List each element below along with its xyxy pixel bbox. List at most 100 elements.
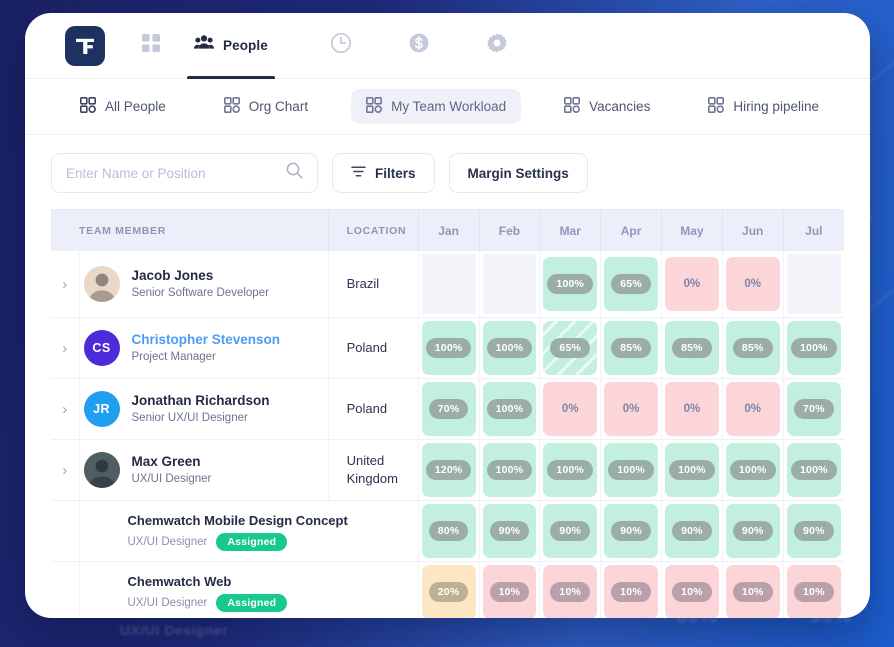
workload-cell[interactable]: 10%: [539, 561, 602, 618]
filter-icon: [351, 165, 366, 181]
header-month-jan: Jan: [418, 210, 480, 251]
location-cell: Brazil: [328, 251, 419, 318]
workload-value-pill: 65%: [550, 338, 591, 358]
workload-cell[interactable]: 100%: [722, 439, 784, 501]
workload-value-pill: 10%: [489, 582, 530, 602]
workload-cell[interactable]: 10%: [479, 561, 541, 618]
table-row-member[interactable]: › CS Christopher Stevenson Project Manager P…: [51, 317, 844, 379]
member-name[interactable]: Jonathan Richardson: [132, 392, 270, 410]
header-month-mar: Mar: [539, 210, 602, 251]
workload-cell[interactable]: 90%: [783, 500, 844, 562]
people-icon: [194, 34, 214, 57]
row-expand-toggle[interactable]: ›: [51, 317, 80, 379]
workload-cell[interactable]: 120%: [418, 439, 480, 501]
workload-cell-box: 0%: [604, 382, 658, 436]
workload-cell[interactable]: 100%: [479, 317, 541, 379]
table-row-member[interactable]: › Jacob Jones Senior Software Developer Bra…: [51, 251, 844, 318]
app-logo[interactable]: [65, 25, 105, 66]
workload-value-pill: 100%: [790, 338, 837, 358]
location-value: Brazil: [346, 276, 380, 292]
workload-cell[interactable]: 85%: [600, 317, 662, 379]
workload-cell[interactable]: [783, 251, 844, 318]
table-row-project[interactable]: Chemwatch Web UX/UI Designer Assigned 20% 10…: [51, 561, 844, 618]
background-ghost-text: UX/UI Designer: [120, 622, 229, 638]
workload-cell[interactable]: 65%: [600, 251, 662, 318]
nav-item-time[interactable]: [313, 13, 369, 79]
workload-cell[interactable]: 100%: [479, 439, 541, 501]
member-name[interactable]: Max Green: [132, 453, 212, 471]
workload-cell[interactable]: 10%: [783, 561, 844, 618]
search-input[interactable]: [66, 165, 286, 181]
project-role: UX/UI Designer: [127, 597, 208, 610]
nav-item-settings[interactable]: [469, 13, 525, 79]
workload-cell-box: 0%: [725, 257, 780, 311]
tab-org-chart[interactable]: Org Chart: [209, 89, 323, 124]
workload-cell[interactable]: 85%: [661, 317, 723, 379]
tab-all-people[interactable]: All People: [65, 89, 181, 124]
workload-cell[interactable]: 80%: [418, 500, 480, 562]
workload-cell-box: 100%: [725, 443, 780, 497]
workload-cell-box: 90%: [725, 504, 780, 558]
workload-cell[interactable]: 10%: [722, 561, 784, 618]
workload-cell[interactable]: 100%: [783, 317, 844, 379]
member-cell: Max Green UX/UI Designer: [79, 439, 329, 501]
workload-cell[interactable]: 70%: [418, 378, 480, 440]
workload-cell[interactable]: 90%: [479, 500, 541, 562]
table-row-project[interactable]: Chemwatch Mobile Design Concept UX/UI Des…: [51, 500, 844, 562]
table-row-member[interactable]: › Max Green UX/UI Designer United Kingdom 12…: [51, 439, 844, 501]
workload-cell[interactable]: 0%: [600, 378, 662, 440]
workload-cell[interactable]: 85%: [722, 317, 784, 379]
workload-cell[interactable]: 100%: [418, 317, 480, 379]
workload-cell[interactable]: 70%: [783, 378, 844, 440]
workload-cell[interactable]: 100%: [479, 378, 541, 440]
row-expand-toggle[interactable]: ›: [51, 251, 80, 318]
member-name[interactable]: Jacob Jones: [132, 267, 269, 285]
workload-cell-box: 85%: [725, 321, 780, 375]
nav-item-finance[interactable]: [391, 13, 447, 79]
workload-cell[interactable]: 90%: [661, 500, 723, 562]
nav-item-dashboard[interactable]: [125, 13, 177, 79]
workload-cell[interactable]: 0%: [661, 378, 723, 440]
workload-cell[interactable]: 100%: [539, 439, 602, 501]
row-expand-toggle[interactable]: ›: [51, 378, 80, 440]
workload-cell[interactable]: 100%: [600, 439, 662, 501]
location-value: Poland: [346, 340, 388, 356]
workload-cell[interactable]: 90%: [539, 500, 602, 562]
tab-vacancies[interactable]: Vacancies: [549, 89, 665, 124]
workload-value-text: 0%: [683, 403, 701, 415]
workload-cell[interactable]: 10%: [661, 561, 723, 618]
workload-cell[interactable]: 0%: [661, 251, 723, 318]
workload-cell[interactable]: 90%: [722, 500, 784, 562]
margin-settings-button[interactable]: Margin Settings: [448, 153, 588, 193]
workload-cell[interactable]: 0%: [722, 251, 784, 318]
workload-value-pill: 90%: [550, 521, 591, 541]
tab-vacancies-label: Vacancies: [589, 99, 651, 114]
workload-cell[interactable]: 65%: [539, 317, 602, 379]
nav-item-people[interactable]: People: [177, 13, 285, 79]
filters-button[interactable]: Filters: [332, 153, 435, 193]
workload-cell[interactable]: [418, 251, 480, 318]
table-row-member[interactable]: › JR Jonathan Richardson Senior UX/UI Desig…: [51, 378, 844, 440]
workload-cell[interactable]: 10%: [600, 561, 662, 618]
search-box[interactable]: [51, 153, 318, 193]
search-icon[interactable]: [286, 162, 303, 184]
workload-cell-box: 90%: [482, 504, 537, 558]
workload-cell[interactable]: [479, 251, 541, 318]
workload-cell-empty: [482, 254, 537, 314]
workload-cell[interactable]: 100%: [661, 439, 723, 501]
workload-cell[interactable]: 90%: [600, 500, 662, 562]
workload-cell[interactable]: 0%: [722, 378, 784, 440]
location-value: Poland: [346, 401, 388, 417]
row-expand-toggle[interactable]: ›: [51, 439, 80, 501]
workload-cell[interactable]: 20%: [418, 561, 480, 618]
project-name: Chemwatch Web: [127, 573, 232, 589]
tab-hiring-pipeline[interactable]: Hiring pipeline: [693, 89, 834, 124]
workload-cell[interactable]: 0%: [539, 378, 602, 440]
status-badge: Assigned: [216, 594, 288, 613]
workload-cell[interactable]: 100%: [539, 251, 602, 318]
member-name[interactable]: Christopher Stevenson: [132, 331, 281, 349]
header-team-member: TEAM MEMBER: [79, 210, 329, 251]
workload-cell[interactable]: 100%: [783, 439, 844, 501]
tab-my-team-workload[interactable]: My Team Workload: [351, 89, 522, 124]
workload-cell-box: 100%: [543, 257, 598, 311]
